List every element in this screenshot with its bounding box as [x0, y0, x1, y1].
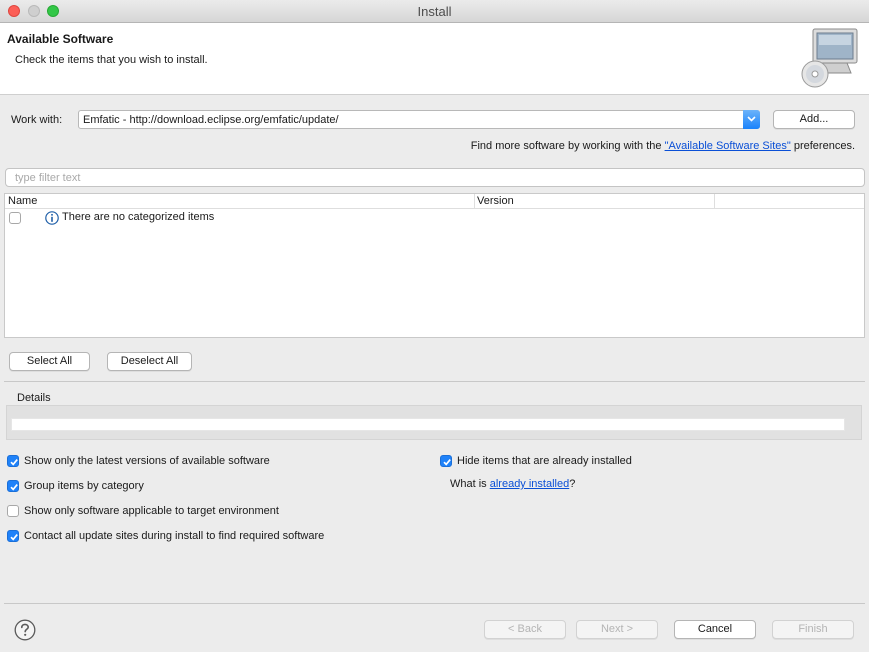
filter-input[interactable]: type filter text: [5, 168, 865, 187]
column-divider[interactable]: [714, 194, 715, 209]
footer-divider: [4, 603, 865, 604]
finish-button[interactable]: Finish: [772, 620, 854, 639]
back-button[interactable]: < Back: [484, 620, 566, 639]
page-subtitle: Check the items that you wish to install…: [15, 54, 208, 66]
table-header: Name Version: [5, 194, 864, 209]
find-more-prefix: Find more software by working with the: [470, 140, 665, 152]
details-label: Details: [17, 392, 51, 404]
contact-update-sites-label: Contact all update sites during install …: [24, 530, 325, 542]
table-row-label: There are no categorized items: [62, 211, 215, 223]
find-more-text: Find more software by working with the "…: [471, 140, 855, 152]
dropdown-arrow-icon[interactable]: [743, 110, 760, 129]
hide-installed-checkbox[interactable]: [440, 455, 452, 467]
already-installed-suffix: ?: [569, 478, 576, 490]
hide-installed-label: Hide items that are already installed: [457, 455, 632, 467]
window-titlebar: Install: [0, 0, 869, 23]
contact-update-sites-checkbox[interactable]: [7, 530, 19, 542]
software-table[interactable]: Name Version There are no categorized it…: [4, 193, 865, 338]
window-title: Install: [417, 4, 452, 19]
group-by-category-checkbox[interactable]: [7, 480, 19, 492]
item-checkbox[interactable]: [9, 212, 21, 224]
deselect-all-button[interactable]: Deselect All: [107, 352, 192, 371]
select-all-button[interactable]: Select All: [9, 352, 90, 371]
work-with-label: Work with:: [11, 114, 63, 126]
install-software-icon: [801, 28, 858, 88]
applicable-software-checkbox[interactable]: [7, 505, 19, 517]
next-button[interactable]: Next >: [576, 620, 658, 639]
latest-versions-checkbox[interactable]: [7, 455, 19, 467]
group-by-category-label: Group items by category: [24, 480, 144, 492]
section-divider: [4, 381, 865, 382]
column-divider[interactable]: [474, 194, 475, 209]
already-installed-link[interactable]: already installed: [490, 478, 570, 490]
wizard-header: Available Software Check the items that …: [0, 23, 869, 95]
filter-placeholder: type filter text: [15, 172, 81, 184]
page-title: Available Software: [7, 32, 114, 46]
find-more-suffix: preferences.: [790, 140, 855, 152]
latest-versions-label: Show only the latest versions of availab…: [24, 455, 270, 467]
already-installed-text: What is already installed?: [450, 478, 575, 490]
add-site-button[interactable]: Add...: [773, 110, 855, 129]
available-software-sites-link[interactable]: "Available Software Sites": [665, 140, 791, 152]
applicable-software-label: Show only software applicable to target …: [24, 505, 279, 517]
help-icon[interactable]: [14, 619, 36, 641]
details-text-area[interactable]: [11, 418, 845, 431]
already-installed-prefix: What is: [450, 478, 490, 490]
column-header-name[interactable]: Name: [8, 194, 37, 209]
work-with-value: Emfatic - http://download.eclipse.org/em…: [83, 114, 339, 126]
cancel-button[interactable]: Cancel: [674, 620, 756, 639]
info-icon: [45, 211, 59, 225]
work-with-combo[interactable]: Emfatic - http://download.eclipse.org/em…: [78, 110, 760, 129]
details-panel: [6, 405, 862, 440]
column-header-version[interactable]: Version: [477, 194, 514, 209]
